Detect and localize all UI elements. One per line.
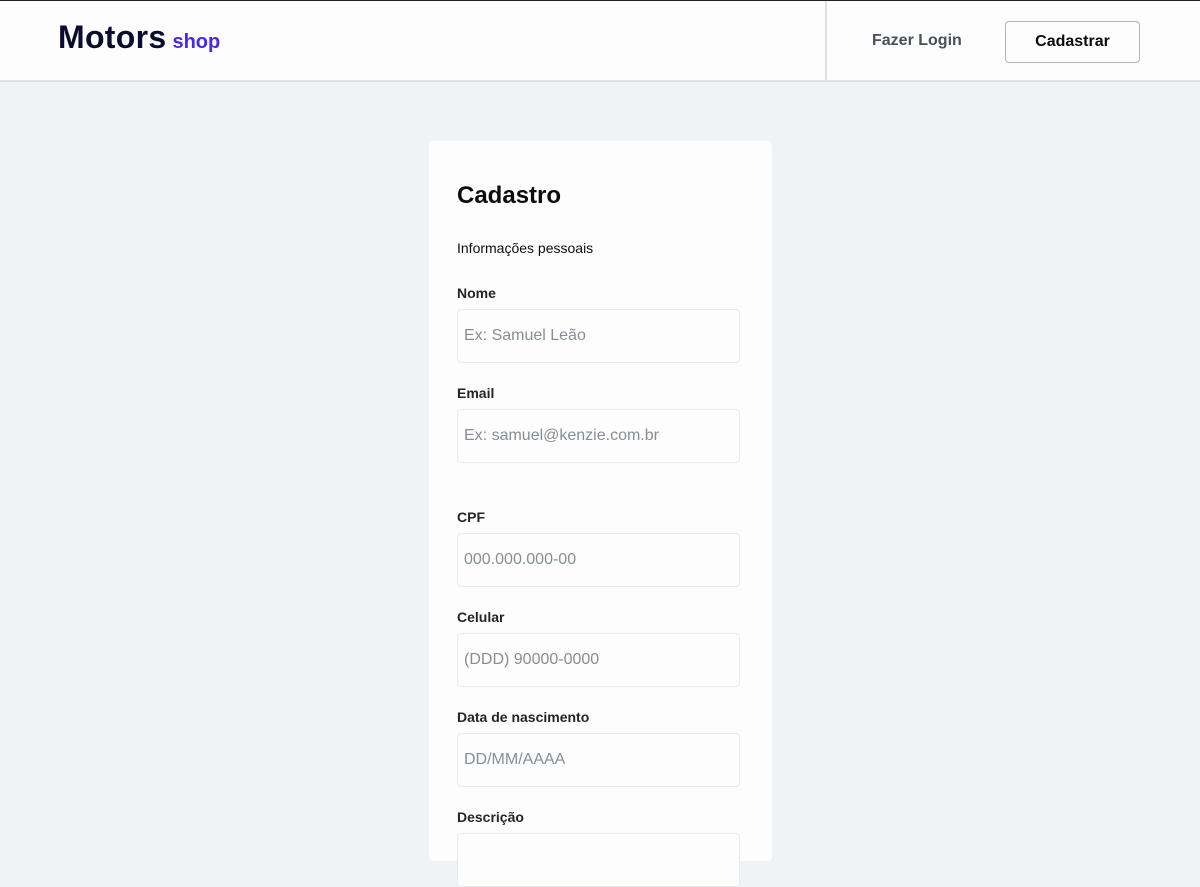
- name-input[interactable]: [457, 309, 740, 363]
- phone-input[interactable]: [457, 633, 740, 687]
- email-label: Email: [457, 385, 495, 401]
- description-input[interactable]: [457, 833, 740, 887]
- email-input[interactable]: [457, 409, 740, 463]
- birthdate-label: Data de nascimento: [457, 709, 590, 725]
- section-title-personal-info: Informações pessoais: [457, 240, 594, 256]
- register-button[interactable]: Cadastrar: [1005, 21, 1140, 63]
- phone-label: Celular: [457, 609, 505, 625]
- register-form-card: Cadastro Informações pessoais Nome Email…: [429, 141, 772, 887]
- description-label: Descrição: [457, 809, 524, 825]
- brand-logo[interactable]: Motors shop: [58, 19, 220, 56]
- cpf-label: CPF: [457, 509, 485, 525]
- login-link[interactable]: Fazer Login: [872, 32, 962, 50]
- birthdate-input[interactable]: [457, 733, 740, 787]
- nav-divider: [825, 1, 827, 81]
- top-navigation-bar: Motors shop Fazer Login Cadastrar: [0, 0, 1200, 82]
- form-title: Cadastro: [457, 182, 562, 209]
- cpf-input[interactable]: [457, 533, 740, 587]
- brand-name: Motors: [58, 19, 167, 55]
- name-label: Nome: [457, 285, 496, 301]
- brand-suffix: shop: [172, 31, 221, 53]
